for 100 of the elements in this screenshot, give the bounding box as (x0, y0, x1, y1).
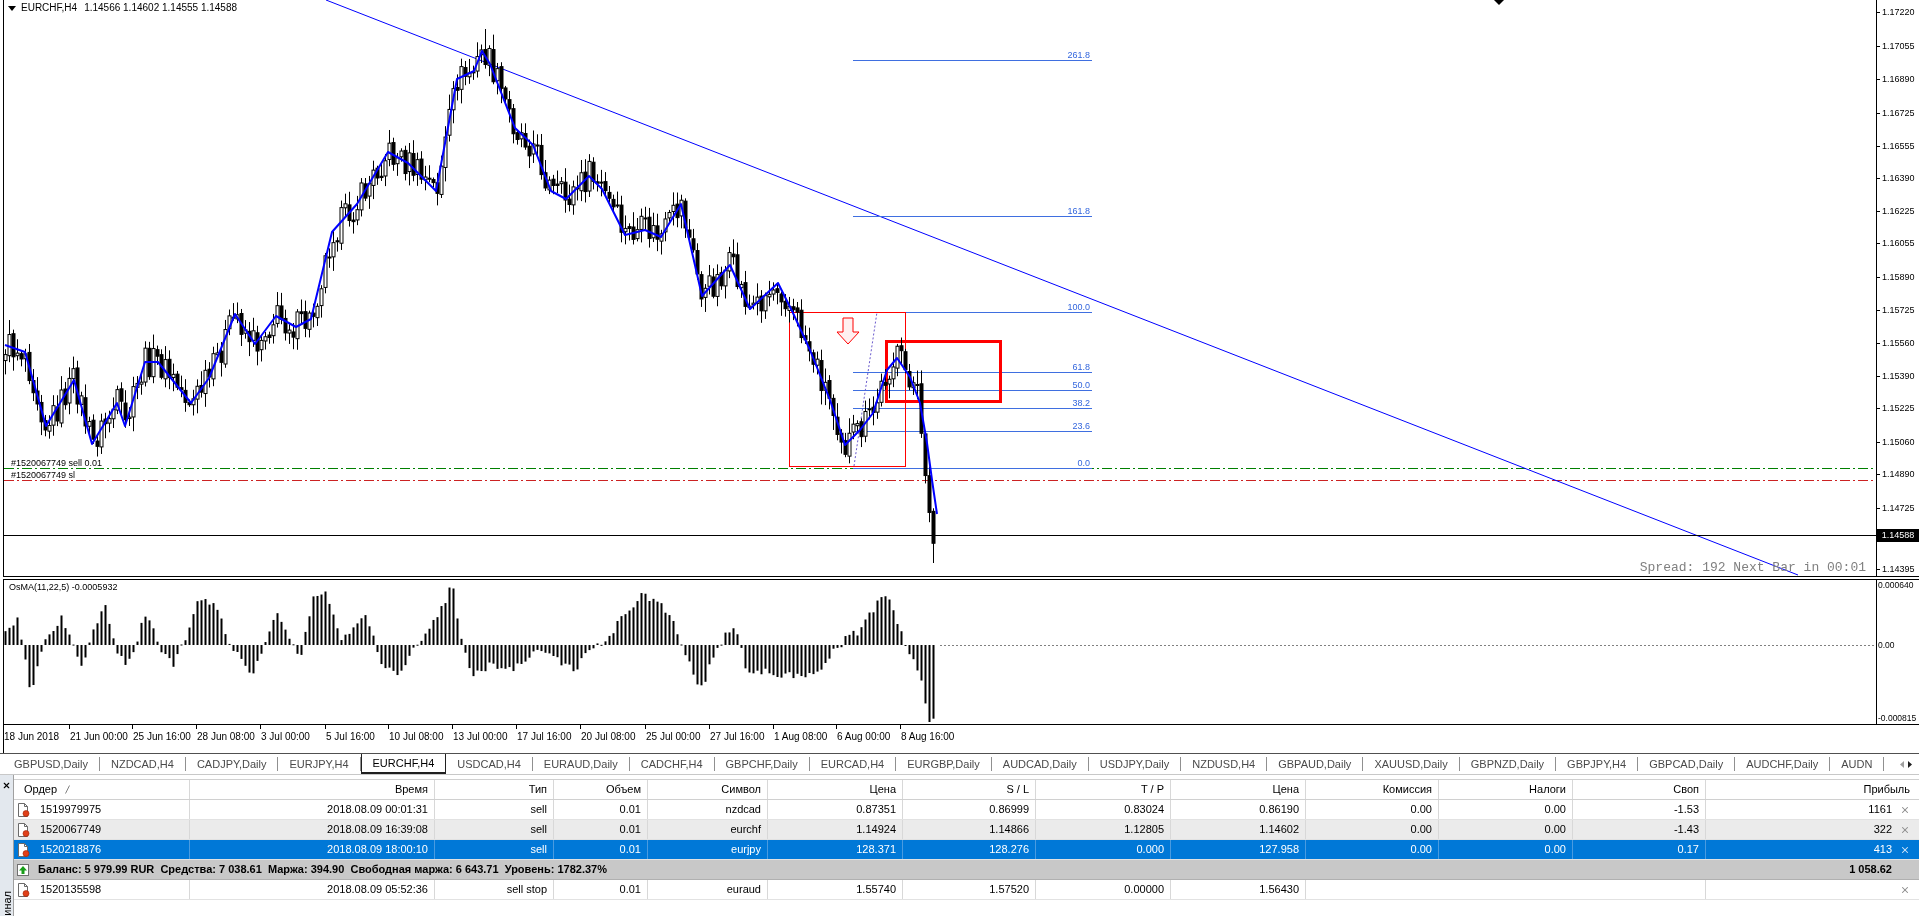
table-row[interactable]: 1519979975 2018.08.09 00:01:31 sell 0.01 nzdcad 0.87351 0.86999 0.83024 0.86190 0.00 0.00 -1.53 1161 (14, 800, 1919, 820)
fib-level-label: 100.0 (1066, 302, 1090, 312)
column-header[interactable]: Объем (554, 780, 648, 799)
balance-summary: Баланс: 5 979.99 RUR Средства: 7 038.61 Маржа: 394.90 Свободная маржа: 6 643.71 Уровень: 1782.37% (38, 862, 607, 878)
price-axis-label: 1.16555 (1882, 141, 1915, 151)
chart-tab[interactable]: EURAUD,Daily (532, 757, 630, 771)
table-cell: 2018.08.09 00:01:31 (190, 800, 435, 819)
chart-tab[interactable]: GBPAUD,Daily (1267, 757, 1364, 771)
column-header[interactable]: Ордер (24, 781, 58, 798)
time-axis-label: 18 Jun 2018 (4, 731, 60, 743)
chart-tab[interactable]: AUDCHF,Daily (1735, 757, 1831, 771)
column-header[interactable]: Время (190, 780, 435, 799)
table-cell: 2018.08.09 16:39:08 (190, 820, 435, 839)
chart-tab[interactable]: CADJPY,Daily (185, 757, 279, 771)
column-header[interactable]: Своп (1573, 780, 1706, 799)
price-axis-label: 1.16890 (1882, 74, 1915, 84)
price-axis-label: 1.16225 (1882, 206, 1915, 216)
document-icon (17, 842, 30, 857)
table-cell: 0.00 (1439, 820, 1573, 839)
scroll-right-icon[interactable] (1908, 760, 1912, 768)
chart-tab[interactable]: USDJPY,Daily (1088, 757, 1182, 771)
chart-tab[interactable]: EURJPY,H4 (278, 757, 361, 771)
table-cell: 0.000 (1036, 840, 1171, 859)
time-axis-label: 5 Jul 16:00 (326, 731, 375, 743)
column-header[interactable]: S / L (903, 780, 1036, 799)
column-header[interactable]: Символ (648, 780, 768, 799)
time-axis-label: 3 Jul 00:00 (261, 731, 310, 743)
time-axis-label: 20 Jul 08:00 (581, 731, 636, 743)
time-axis-label: 17 Jul 16:00 (517, 731, 572, 743)
table-cell: 2018.08.09 05:52:36 (190, 880, 435, 899)
table-cell: 0.17 (1573, 840, 1706, 859)
column-header[interactable]: Прибыль (1706, 780, 1919, 799)
table-row[interactable]: 1520218876 2018.08.09 18:00:10 sell 0.01 eurjpy 128.371 128.276 0.000 127.958 0.00 0.00 0.17 413 (14, 840, 1919, 860)
balance-profit: 1 058.62 (1849, 862, 1893, 878)
table-row[interactable]: 1520135598 2018.08.09 05:52:36 sell stop 0.01 euraud 1.55740 1.57520 0.00000 1.56430 (14, 880, 1919, 900)
chart-tab[interactable]: AUDN (1830, 757, 1885, 771)
table-cell-text: 1520218876 (40, 842, 102, 857)
time-axis-label: 1 Aug 08:00 (774, 731, 828, 743)
caret-icon[interactable] (8, 5, 16, 11)
price-axis-label: 1.16725 (1882, 108, 1915, 118)
price-axis-label: 1.15060 (1882, 437, 1915, 447)
column-header[interactable]: Цена (1171, 780, 1306, 799)
column-header[interactable]: Тип (435, 780, 554, 799)
close-icon[interactable] (2, 781, 11, 790)
chart-tab[interactable]: GBPCAD,Daily (1638, 757, 1736, 771)
chart-tab[interactable]: GBPJPY,H4 (1556, 757, 1639, 771)
table-cell: nzdcad (648, 800, 768, 819)
table-cell-text: 1519979975 (40, 802, 102, 817)
chart-tab[interactable]: EURCAD,H4 (809, 757, 897, 771)
time-axis-label: 25 Jul 00:00 (646, 731, 701, 743)
table-cell: 0.00 (1439, 800, 1573, 819)
price-axis-label: 1.14725 (1882, 503, 1915, 513)
chart-tab[interactable]: NZDCAD,H4 (99, 757, 186, 771)
sort-icon (65, 785, 71, 794)
price-axis-label: 1.16390 (1882, 173, 1915, 183)
table-cell: 1.14866 (903, 820, 1036, 839)
chart-tab[interactable]: USDCAD,H4 (446, 757, 533, 771)
table-cell: 1.55740 (768, 880, 903, 899)
order-line-label: #1520067749 sl (11, 470, 76, 480)
table-cell: 1.57520 (903, 880, 1036, 899)
chart-tab[interactable]: CADCHF,H4 (629, 757, 715, 771)
price-axis-label: 1.15225 (1882, 403, 1915, 413)
price-axis-label: 1.17055 (1882, 41, 1915, 51)
indicator-axis-label: -0.000815 (1878, 713, 1917, 724)
table-cell: 1.56430 (1171, 880, 1306, 899)
table-cell: 0.87351 (768, 800, 903, 819)
fib-level-label: 0.0 (1076, 458, 1090, 468)
chart-tab[interactable]: AUDCAD,Daily (991, 757, 1089, 771)
table-cell: sell stop (435, 880, 554, 899)
fib-level-label: 23.6 (1071, 421, 1090, 431)
time-axis-label: 10 Jul 08:00 (389, 731, 444, 743)
column-header[interactable]: Цена (768, 780, 903, 799)
time-axis-label: 25 Jun 16:00 (133, 731, 191, 743)
time-axis-label: 28 Jun 08:00 (197, 731, 255, 743)
table-cell: sell (435, 840, 554, 859)
price-axis-label: 1.15560 (1882, 338, 1915, 348)
chart-tab[interactable]: EURGBP,Daily (896, 757, 992, 771)
table-cell: eurchf (648, 820, 768, 839)
column-header[interactable]: T / P (1036, 780, 1171, 799)
price-axis-label: 1.16055 (1882, 238, 1915, 248)
chart-tab[interactable]: GBPCHF,Daily (714, 757, 810, 771)
time-axis-label: 27 Jul 16:00 (710, 731, 765, 743)
chart-tab[interactable]: GBPNZD,Daily (1459, 757, 1557, 771)
chart-tab[interactable]: GBPUSD,Daily (3, 757, 100, 771)
chart-tab[interactable]: NZDUSD,H4 (1181, 757, 1268, 771)
table-cell: eurjpy (648, 840, 768, 859)
chart-tab[interactable]: EURCHF,H4 (360, 754, 447, 774)
table-cell: sell (435, 800, 554, 819)
table-cell: 0.00 (1439, 840, 1573, 859)
column-header[interactable]: Комиссия (1306, 780, 1439, 799)
table-cell: euraud (648, 880, 768, 899)
table-row[interactable]: 1520067749 2018.08.09 16:39:08 sell 0.01 eurchf 1.14924 1.14866 1.12805 1.14602 0.00 0.00 -1.43 322 (14, 820, 1919, 840)
fib-level-label: 38.2 (1071, 398, 1090, 408)
table-cell-text: 1520135598 (40, 882, 102, 897)
order-line-label: #1520067749 sell 0.01 (11, 458, 103, 468)
terminal-side-label: инал (0, 891, 13, 916)
chart-tab[interactable]: XAUUSD,Daily (1363, 757, 1460, 771)
table-cell: 1.14924 (768, 820, 903, 839)
table-cell: 0.00 (1306, 820, 1439, 839)
column-header[interactable]: Налоги (1439, 780, 1573, 799)
